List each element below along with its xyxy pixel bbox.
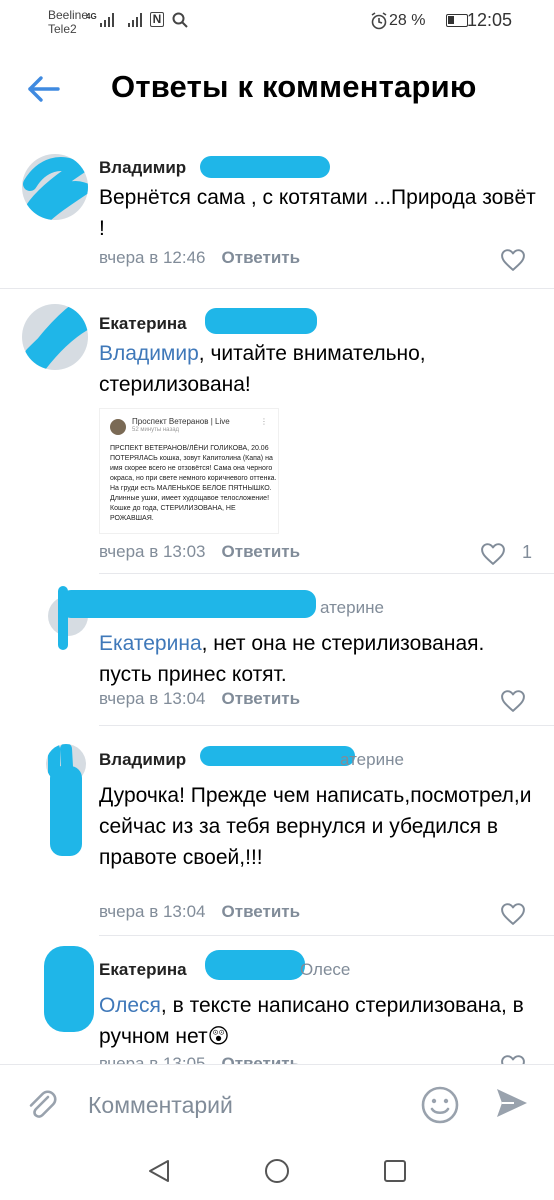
signal-icon bbox=[100, 13, 114, 27]
mention-link[interactable]: Екатерина bbox=[99, 632, 202, 655]
status-bar: Beeline Tele2 4G N 28 % 12:05 bbox=[0, 0, 554, 44]
comment-author[interactable]: атерине bbox=[320, 598, 384, 618]
comment-time: вчера в 13:04 bbox=[99, 689, 206, 708]
reply-button[interactable]: Ответить bbox=[222, 542, 301, 561]
reply-to-wrapper: Олесе bbox=[300, 960, 350, 980]
comment-body: , в тексте написано стерилизована, в руч… bbox=[99, 994, 524, 1048]
reply-button[interactable]: Ответить bbox=[222, 248, 301, 267]
comment-text: Вернётся сама , с котятами ...Природа зо… bbox=[99, 186, 536, 240]
comment-meta: вчера в 13:05 Ответить bbox=[99, 1054, 300, 1064]
send-icon[interactable] bbox=[494, 1085, 530, 1121]
operator-1: Beeline bbox=[48, 8, 89, 22]
clock: 12:05 bbox=[467, 10, 513, 30]
reply-button[interactable]: Ответить bbox=[222, 1054, 301, 1064]
comment-input-bar bbox=[0, 1064, 554, 1144]
redaction-mark bbox=[200, 746, 355, 766]
comment-time: вчера в 12:46 bbox=[99, 248, 206, 267]
comment-time: вчера в 13:04 bbox=[99, 902, 206, 921]
redaction-mark bbox=[205, 308, 317, 334]
like-count: 1 bbox=[521, 542, 532, 562]
comment-author[interactable]: Екатерина bbox=[99, 960, 187, 980]
alarm-icon bbox=[371, 12, 387, 30]
redaction-scribble bbox=[22, 304, 88, 370]
comment: атерине Екатерина, нет она не стерилизов… bbox=[0, 574, 554, 726]
header: Ответы к комментарию bbox=[0, 55, 554, 125]
comment-text: Владимир, читайте внимательно, стерилизо… bbox=[99, 338, 539, 400]
comment: Владимир атерине Дурочка! Прежде чем нап… bbox=[0, 726, 554, 936]
attachment-avatar bbox=[110, 419, 126, 435]
operators: Beeline Tele2 bbox=[48, 8, 88, 36]
comment: Владимир Вернётся сама , с котятами ...П… bbox=[0, 140, 554, 290]
astonished-emoji-icon: 😲 bbox=[207, 1025, 230, 1048]
redaction-mark bbox=[205, 950, 305, 980]
heart-icon[interactable] bbox=[476, 542, 510, 566]
author-name[interactable]: Владимир bbox=[99, 750, 186, 769]
comment-text: Олеся, в тексте написано стерилизована, … bbox=[99, 990, 539, 1052]
author-name[interactable]: Екатерина bbox=[99, 960, 187, 979]
comment: Екатерина Владимир, читайте внимательно,… bbox=[0, 290, 554, 574]
heart-icon[interactable] bbox=[496, 1054, 530, 1064]
reply-button[interactable]: Ответить bbox=[222, 689, 301, 708]
divider bbox=[0, 288, 554, 289]
back-arrow-icon[interactable] bbox=[26, 71, 62, 107]
comment-meta: вчера в 13:03 Ответить bbox=[99, 542, 300, 562]
nav-home-icon[interactable] bbox=[264, 1158, 290, 1184]
more-icon: ⋮ bbox=[260, 417, 268, 426]
heart-icon[interactable] bbox=[496, 689, 530, 713]
comment-text: Дурочка! Прежде чем написать,посмотрел,и… bbox=[99, 784, 532, 869]
avatar[interactable] bbox=[22, 304, 88, 370]
attached-image[interactable]: Проспект Ветеранов | Live 52 минуты наза… bbox=[99, 408, 279, 534]
battery-icon bbox=[446, 14, 468, 27]
mention-link[interactable]: Владимир bbox=[99, 342, 199, 365]
reply-to-wrapper: атерине bbox=[340, 750, 404, 770]
network-type: 4G bbox=[86, 12, 97, 21]
battery-percent: 28 % bbox=[389, 12, 426, 29]
comment-text: Екатерина, нет она не стерилизованая. пу… bbox=[99, 628, 539, 690]
redaction-mark bbox=[200, 156, 330, 178]
attachment-text: ПРСПЕКТ ВЕТЕРАНОВ/ЛЁНИ ГОЛИКОВА, 20.06 П… bbox=[110, 445, 277, 522]
navigation-bar bbox=[0, 1144, 554, 1200]
nav-back-icon[interactable] bbox=[146, 1158, 172, 1184]
comment-author[interactable]: Екатерина bbox=[99, 314, 187, 334]
avatar[interactable] bbox=[22, 154, 88, 220]
reply-button[interactable]: Ответить bbox=[222, 902, 301, 921]
redaction-mark bbox=[44, 946, 94, 1032]
comment-input[interactable] bbox=[88, 1087, 388, 1123]
redaction-mark bbox=[60, 590, 316, 618]
comment-time: вчера в 13:05 bbox=[99, 1054, 206, 1064]
comment-meta: вчера в 13:04 Ответить bbox=[99, 689, 300, 709]
nav-recent-icon[interactable] bbox=[383, 1159, 407, 1183]
reply-to[interactable]: атерине bbox=[320, 598, 384, 617]
page-title: Ответы к комментарию bbox=[111, 69, 477, 104]
comment: Екатерина Олесе Олеся, в тексте написано… bbox=[0, 936, 554, 1064]
comments-list: Владимир Вернётся сама , с котятами ...П… bbox=[0, 140, 554, 1064]
attachment-source: Проспект Ветеранов | Live bbox=[132, 417, 230, 426]
comment-meta: вчера в 13:04 Ответить bbox=[99, 902, 300, 922]
search-icon bbox=[172, 12, 188, 28]
nfc-icon: N bbox=[150, 12, 164, 27]
heart-icon[interactable] bbox=[496, 248, 530, 272]
comment-author[interactable]: Владимир bbox=[99, 750, 186, 770]
smile-icon[interactable] bbox=[420, 1085, 460, 1125]
heart-icon[interactable] bbox=[496, 902, 530, 926]
mention-link[interactable]: Олеся bbox=[99, 994, 161, 1017]
reply-to[interactable]: Олесе bbox=[300, 960, 350, 979]
redaction-mark bbox=[50, 766, 82, 856]
attachment-time: 52 минуты назад bbox=[132, 427, 180, 433]
comment-time: вчера в 13:03 bbox=[99, 542, 206, 561]
paperclip-icon[interactable] bbox=[24, 1087, 60, 1123]
comment-author[interactable]: Владимир bbox=[99, 158, 186, 178]
comment-meta: вчера в 12:46 Ответить bbox=[99, 248, 300, 268]
signal-icon-2 bbox=[128, 13, 142, 27]
operator-2: Tele2 bbox=[48, 22, 77, 36]
redaction-scribble bbox=[23, 157, 88, 220]
reply-to[interactable]: атерине bbox=[340, 750, 404, 769]
